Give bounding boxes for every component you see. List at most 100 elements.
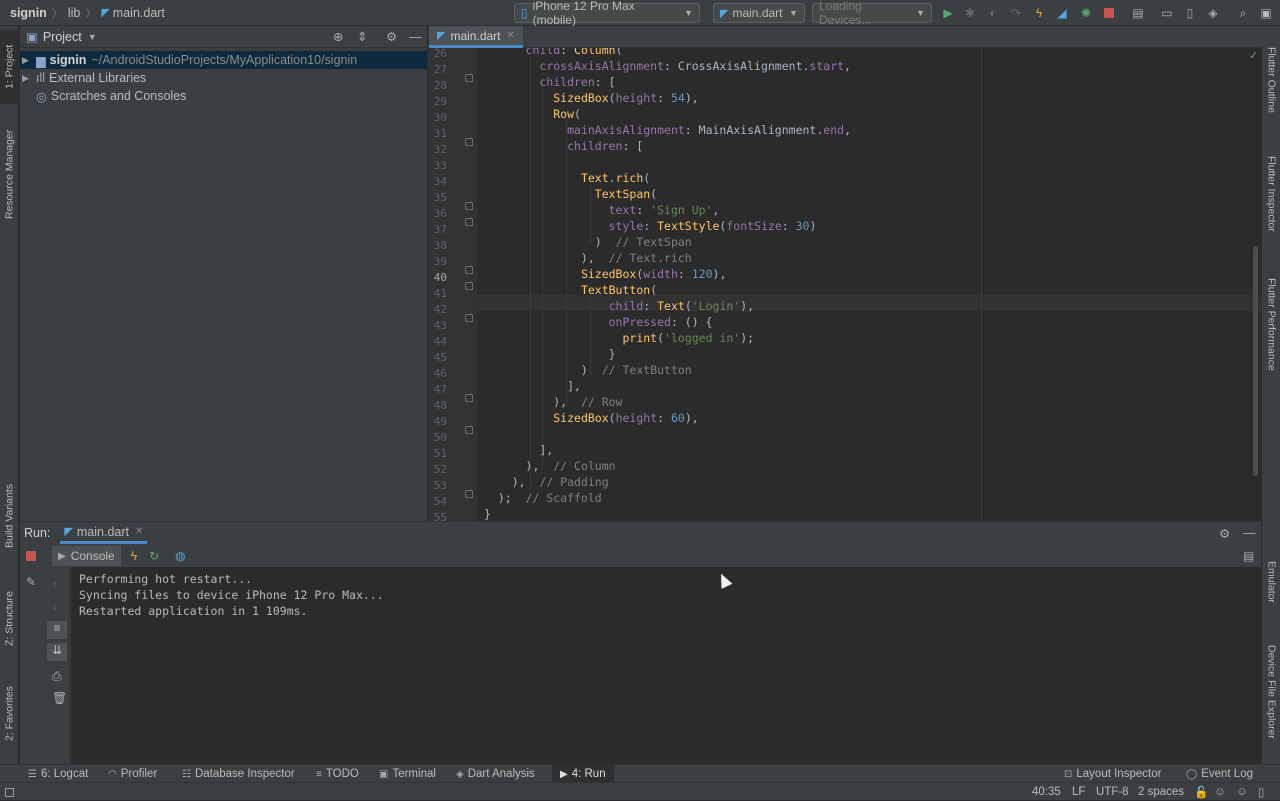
close-icon[interactable]: ✕: [135, 526, 143, 537]
tab-todo[interactable]: ≡ TODO: [316, 765, 359, 783]
flutter-icon[interactable]: ◢: [1054, 5, 1070, 21]
run-icon[interactable]: ▶: [940, 5, 956, 21]
hot-restart-icon[interactable]: ↻: [149, 549, 159, 563]
tab-run[interactable]: ▶ 4: Run: [552, 765, 614, 783]
expand-arrow-icon[interactable]: ▶: [22, 55, 32, 66]
line-number: 48: [433, 399, 447, 412]
avd-manager-icon[interactable]: ▯: [1182, 5, 1198, 21]
tab-database-inspector[interactable]: ☷ Database Inspector: [182, 765, 295, 783]
fold-marker[interactable]: [465, 74, 473, 82]
tab-project[interactable]: 1: Project: [0, 30, 19, 104]
feedback-icon[interactable]: ☺: [1236, 783, 1248, 801]
expand-arrow-icon[interactable]: ▶: [22, 73, 32, 84]
tree-item-scratches[interactable]: ◎ Scratches and Consoles: [20, 87, 427, 105]
tab-logcat[interactable]: ☰ 6: Logcat: [28, 765, 88, 783]
ide-search-icon[interactable]: ▣: [1258, 5, 1274, 21]
tab-device-file-explorer[interactable]: Device File Explorer: [1262, 632, 1280, 752]
tab-flutter-inspector[interactable]: Flutter Inspector: [1262, 142, 1280, 246]
line-number: 43: [433, 319, 447, 332]
stop-icon[interactable]: [26, 551, 36, 561]
tab-favorites[interactable]: 2: Favorites: [0, 674, 19, 754]
tree-item-signin[interactable]: ▶ ▆ signin ~/AndroidStudioProjects/MyApp…: [20, 51, 427, 69]
tab-terminal[interactable]: ▣ Terminal: [379, 765, 436, 783]
tree-item-label: Scratches and Consoles: [50, 89, 187, 103]
line-number: 38: [433, 239, 447, 252]
line-number: 50: [433, 431, 447, 444]
sdk-manager-icon[interactable]: ◈: [1205, 5, 1221, 21]
fold-marker[interactable]: [465, 218, 473, 226]
attach-debugger-icon[interactable]: ◐: [985, 5, 1001, 21]
close-icon[interactable]: ✕: [507, 30, 515, 41]
console-tab[interactable]: ▶ Console: [52, 546, 121, 566]
tab-structure[interactable]: Z: Structure: [0, 580, 19, 658]
up-arrow-icon[interactable]: ↑: [52, 577, 58, 591]
down-arrow-icon[interactable]: ↓: [52, 599, 58, 613]
run-icon: ▶: [560, 768, 568, 780]
tab-build-variants[interactable]: Build Variants: [0, 474, 19, 558]
fold-marker[interactable]: [465, 266, 473, 274]
toggle-tool-windows-icon[interactable]: [5, 783, 14, 801]
devtools-icon[interactable]: ◍: [175, 549, 185, 563]
editor-tab-main-dart[interactable]: ◤ main.dart ✕: [429, 26, 523, 48]
code-area[interactable]: child: Column( crossAxisAlignment: Cross…: [484, 48, 1254, 521]
debug-icon[interactable]: ✱: [962, 5, 978, 21]
scroll-to-end-icon[interactable]: ⇊: [47, 643, 67, 661]
line-separator[interactable]: LF: [1072, 783, 1085, 801]
line-number: 51: [433, 447, 447, 460]
file-encoding[interactable]: UTF-8: [1096, 783, 1129, 801]
breadcrumb-file[interactable]: main.dart: [113, 6, 165, 20]
pin-icon[interactable]: ✎: [26, 575, 36, 589]
tab-resource-manager[interactable]: Resource Manager: [0, 118, 19, 230]
fold-marker[interactable]: [465, 202, 473, 210]
device-manager-icon[interactable]: ▤: [1130, 5, 1146, 21]
fold-marker[interactable]: [465, 394, 473, 402]
gear-icon[interactable]: ⚙: [386, 29, 397, 44]
project-view-selector[interactable]: Project: [43, 30, 82, 44]
fold-marker[interactable]: [465, 426, 473, 434]
tab-flutter-performance[interactable]: Flutter Performance: [1262, 264, 1280, 384]
locate-icon[interactable]: ⊕: [333, 29, 343, 44]
tab-layout-inspector[interactable]: ⊡ Layout Inspector: [1064, 765, 1161, 783]
hot-reload-icon[interactable]: ϟ: [131, 549, 137, 563]
hot-reload-icon[interactable]: ϟ: [1031, 5, 1047, 21]
layout-icon[interactable]: ▤: [1243, 549, 1254, 563]
trash-icon[interactable]: ▯: [1258, 783, 1264, 801]
fold-marker[interactable]: [465, 314, 473, 322]
indent-setting[interactable]: 2 spaces: [1138, 783, 1184, 801]
minimize-icon[interactable]: —: [1243, 526, 1256, 540]
chevron-down-icon[interactable]: ▼: [88, 32, 97, 42]
window-icon[interactable]: ▭: [1159, 5, 1175, 21]
tab-flutter-outline[interactable]: Flutter Outline: [1262, 34, 1280, 126]
gear-icon[interactable]: ⚙: [1219, 526, 1230, 541]
tab-event-log[interactable]: ◯ Event Log: [1186, 765, 1253, 783]
console-line: Syncing files to device iPhone 12 Pro Ma…: [79, 588, 384, 602]
editor-scrollbar[interactable]: [1253, 246, 1258, 476]
breadcrumb-project[interactable]: signin: [10, 6, 47, 20]
collapse-all-icon[interactable]: ⇕: [357, 29, 367, 44]
tree-item-external-libraries[interactable]: ▶ ıll External Libraries: [20, 69, 427, 87]
fold-marker[interactable]: [465, 282, 473, 290]
breadcrumb-folder[interactable]: lib: [68, 6, 81, 20]
tab-profiler[interactable]: ◠ Profiler: [108, 765, 157, 783]
tab-dart-analysis[interactable]: ◈ Dart Analysis: [456, 765, 535, 783]
apply-changes-icon[interactable]: ↷: [1008, 5, 1024, 21]
breadcrumb-separator: 〉: [51, 7, 63, 20]
minimize-icon[interactable]: —: [409, 30, 422, 44]
stop-icon[interactable]: [1101, 5, 1117, 21]
console-output[interactable]: Performing hot restart... Syncing files …: [71, 567, 1261, 765]
run-config-selector[interactable]: ◤ main.dart ▼: [713, 3, 805, 23]
smiley-icon[interactable]: ☺: [1214, 783, 1226, 801]
tab-emulator[interactable]: Emulator: [1262, 550, 1280, 614]
run-tab[interactable]: ◤ main.dart ✕: [60, 522, 148, 544]
fold-marker[interactable]: [465, 138, 473, 146]
lock-icon[interactable]: 🔓: [1194, 783, 1208, 801]
bug-icon[interactable]: ✺: [1078, 5, 1094, 21]
fold-marker[interactable]: [465, 490, 473, 498]
devices-loading-selector[interactable]: Loading Devices... ▼: [812, 0, 932, 27]
caret-position[interactable]: 40:35: [1032, 783, 1061, 801]
print-icon[interactable]: ⎙: [52, 669, 62, 684]
search-icon[interactable]: ⌕: [1235, 5, 1251, 21]
device-selector[interactable]: ▯ iPhone 12 Pro Max (mobile) ▼: [514, 0, 700, 27]
soft-wrap-icon[interactable]: ≡: [47, 621, 67, 639]
trash-icon[interactable]: 🗑: [52, 691, 67, 705]
